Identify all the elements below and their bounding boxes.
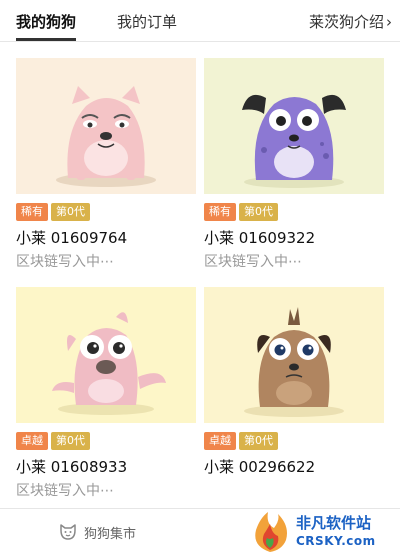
dog-name: 小莱 00296622 xyxy=(204,458,316,476)
dog-image xyxy=(16,58,196,194)
dog-status: 区块链写入中⋯ xyxy=(16,254,114,270)
badge-row: 卓越 第0代 xyxy=(16,432,93,450)
generation-badge: 第0代 xyxy=(51,432,90,450)
dog-image xyxy=(204,58,384,194)
dog-face-icon xyxy=(60,524,76,540)
chevron-right-icon: › xyxy=(386,13,392,31)
dog-status: 区块链写入中⋯ xyxy=(204,254,302,270)
watermark-subtitle: CRSKY.com xyxy=(296,534,376,548)
rarity-badge: 稀有 xyxy=(16,203,48,221)
generation-badge: 第0代 xyxy=(51,203,90,221)
flame-logo-icon xyxy=(255,512,287,552)
market-nav-label: 狗狗集市 xyxy=(84,526,137,542)
badge-row: 卓越 第0代 xyxy=(204,432,281,450)
dog-image xyxy=(16,287,196,423)
market-nav-item[interactable]: 狗狗集市 xyxy=(58,521,136,543)
dog-status: 区块链写入中⋯ xyxy=(16,483,114,499)
watermark-title: 非凡软件站 xyxy=(296,514,372,532)
dog-name: 小莱 01608933 xyxy=(16,458,128,476)
rarity-badge: 稀有 xyxy=(204,203,236,221)
badge-row: 稀有 第0代 xyxy=(16,203,93,221)
dog-image xyxy=(204,287,384,423)
watermark-logo: 非凡软件站 CRSKY.com xyxy=(246,510,396,554)
dog-name: 小莱 01609764 xyxy=(16,229,128,247)
rarity-badge: 卓越 xyxy=(204,432,236,450)
tab-my-orders[interactable]: 我的订单 xyxy=(117,12,177,32)
dog-name: 小莱 01609322 xyxy=(204,229,316,247)
rarity-badge: 卓越 xyxy=(16,432,48,450)
tab-my-dogs[interactable]: 我的狗狗 xyxy=(16,12,77,41)
generation-badge: 第0代 xyxy=(239,203,278,221)
generation-badge: 第0代 xyxy=(239,432,278,450)
intro-link-label: 莱茨狗介绍 xyxy=(308,13,384,31)
top-tab-bar: 我的狗狗 我的订单 莱茨狗介绍 › xyxy=(0,0,400,42)
intro-link[interactable]: 莱茨狗介绍 › xyxy=(309,12,392,32)
badge-row: 稀有 第0代 xyxy=(204,203,281,221)
active-tab-indicator xyxy=(16,38,77,41)
tab-my-orders-label: 我的订单 xyxy=(117,13,178,31)
tab-my-dogs-label: 我的狗狗 xyxy=(16,13,77,31)
